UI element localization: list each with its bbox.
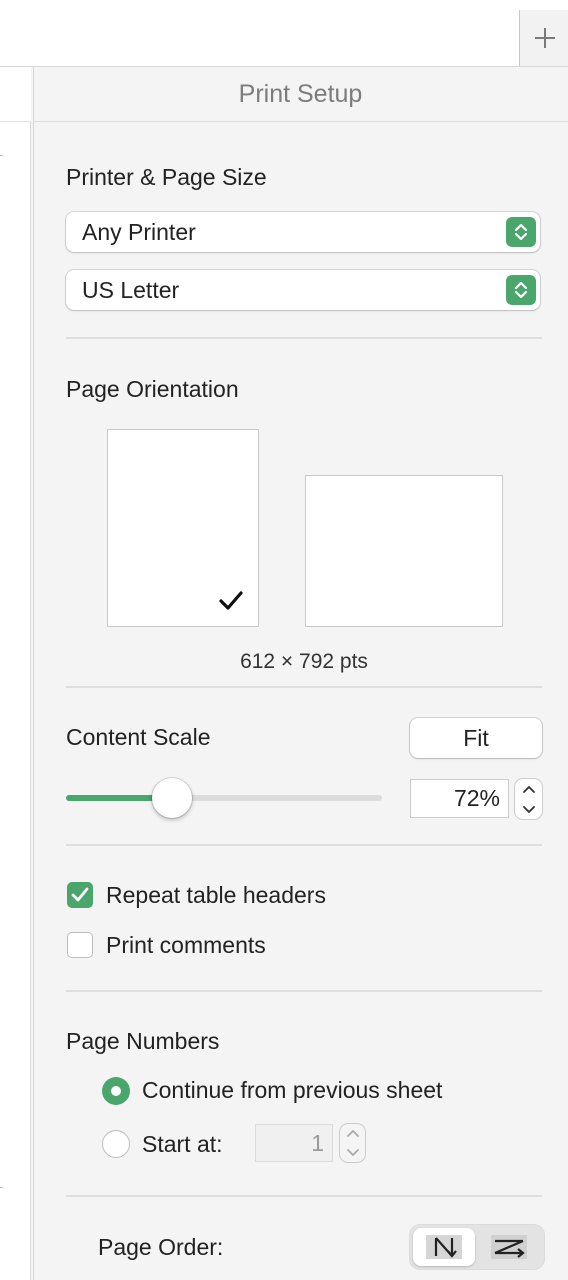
chevron-down-icon[interactable]	[522, 805, 536, 814]
section-divider	[66, 844, 542, 846]
page-numbers-title: Page Numbers	[66, 1028, 220, 1054]
checkmark-icon	[71, 887, 89, 902]
chevron-down-icon[interactable]	[346, 1148, 360, 1157]
page-order-down-then-over-button[interactable]	[413, 1228, 475, 1266]
document-canvas-edge	[0, 67, 31, 1280]
checkmark-icon	[219, 591, 243, 610]
section-divider	[66, 337, 542, 339]
print-comments-label: Print comments	[106, 932, 266, 958]
start-at-label: Start at:	[142, 1131, 223, 1157]
chevron-up-icon[interactable]	[346, 1129, 360, 1138]
canvas-tick	[0, 1187, 3, 1188]
up-down-chevron-icon	[506, 275, 536, 305]
start-at-field[interactable]: 1	[256, 1125, 332, 1161]
add-sheet-button[interactable]	[519, 10, 568, 66]
page-size-popup[interactable]: US Letter	[66, 270, 540, 310]
scale-stepper[interactable]	[515, 779, 542, 819]
start-at-stepper[interactable]	[340, 1124, 365, 1162]
orientation-section-title: Page Orientation	[66, 376, 239, 402]
document-canvas-header-edge	[0, 67, 31, 122]
document-canvas-border	[30, 121, 31, 1280]
print-comments-checkbox[interactable]	[67, 932, 93, 958]
landscape-orientation-option[interactable]	[305, 475, 503, 627]
section-divider	[66, 990, 542, 992]
printer-section-title: Printer & Page Size	[66, 164, 267, 190]
printer-popup[interactable]: Any Printer	[66, 212, 540, 252]
section-divider	[66, 686, 542, 688]
over-then-down-icon	[491, 1235, 527, 1259]
page-dimensions: 612 × 792 pts	[240, 650, 368, 673]
scale-slider-thumb[interactable]	[152, 778, 192, 818]
chevron-up-icon[interactable]	[522, 785, 536, 794]
continue-from-previous-radio[interactable]	[102, 1077, 130, 1105]
up-down-chevron-icon	[506, 217, 536, 247]
page-order-over-then-down-button[interactable]	[478, 1228, 540, 1266]
scale-percent-field[interactable]: 72%	[411, 780, 508, 817]
continue-from-previous-label: Continue from previous sheet	[142, 1077, 443, 1103]
section-divider	[66, 1195, 542, 1197]
page-size-popup-value: US Letter	[82, 276, 180, 303]
portrait-orientation-option[interactable]	[107, 429, 259, 627]
panel-title: Print Setup	[33, 67, 568, 122]
printer-popup-value: Any Printer	[82, 218, 196, 245]
content-scale-title: Content Scale	[66, 724, 211, 750]
down-then-over-icon	[426, 1235, 462, 1259]
page-order-label: Page Order:	[98, 1234, 224, 1260]
repeat-headers-label: Repeat table headers	[106, 882, 326, 908]
fit-button[interactable]: Fit	[410, 718, 542, 758]
start-at-radio[interactable]	[102, 1130, 130, 1158]
repeat-headers-checkbox[interactable]	[67, 882, 93, 908]
plus-icon	[534, 28, 555, 48]
canvas-tick	[0, 155, 3, 156]
top-bar	[0, 0, 568, 67]
